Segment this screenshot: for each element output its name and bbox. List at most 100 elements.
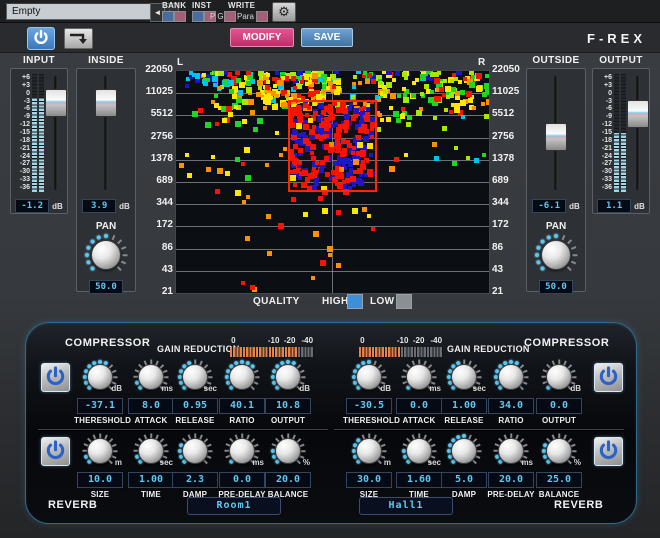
- input-fader-cap[interactable]: [45, 89, 67, 117]
- bank-led-1[interactable]: [162, 11, 174, 22]
- spectrum-point: [244, 147, 250, 153]
- damp-knob-rev-left[interactable]: [177, 433, 213, 469]
- attack-knob-right[interactable]: ms: [401, 359, 437, 395]
- damp-knob-cap[interactable]: [182, 438, 208, 464]
- save-button[interactable]: SAVE: [301, 28, 353, 47]
- output-knob-cap[interactable]: [546, 364, 572, 390]
- pre-delay-knob-rev-left[interactable]: ms: [224, 433, 260, 469]
- pre-delay-knob-rev-right[interactable]: ms: [493, 433, 529, 469]
- reverb-right-power-button[interactable]: [594, 437, 623, 466]
- spectrum-point: [454, 77, 458, 81]
- release-knob-right[interactable]: sec: [446, 359, 482, 395]
- knob-tick: [208, 376, 213, 378]
- thereshold-knob-cap[interactable]: [356, 364, 382, 390]
- pre-delay-knob-cap[interactable]: [229, 438, 255, 464]
- spectrum-point: [484, 114, 489, 119]
- balance-knob-cap[interactable]: [546, 438, 572, 464]
- output-knob-cap[interactable]: [275, 364, 301, 390]
- pre-delay-knob-cap[interactable]: [498, 438, 524, 464]
- meter-scale-tick: -6: [13, 105, 30, 113]
- gr-meter-gaps: [230, 347, 314, 357]
- ratio-knob-cap[interactable]: [229, 364, 255, 390]
- outside-pan-knob-cap[interactable]: [541, 240, 571, 270]
- knob-tick: [524, 376, 529, 378]
- thereshold-knob-left[interactable]: dB: [82, 359, 118, 395]
- outside-fader-cap[interactable]: [545, 123, 567, 151]
- damp-knob-cap[interactable]: [451, 438, 477, 464]
- ratio-knob-cap[interactable]: [498, 364, 524, 390]
- outside-pan-knob[interactable]: [534, 233, 578, 277]
- plugin-power-button[interactable]: [27, 27, 55, 50]
- ratio-knob-left[interactable]: [224, 359, 260, 395]
- spectrum-point: [258, 86, 262, 90]
- inside-pan-knob[interactable]: [84, 233, 128, 277]
- time-knob-rev-left[interactable]: sec: [133, 433, 169, 469]
- balance-knob-cap[interactable]: [275, 438, 301, 464]
- preset-name-field[interactable]: Empty: [6, 3, 153, 20]
- output-knob-right[interactable]: dB: [541, 359, 577, 395]
- pre-delay-knob-cell-rev-right: ms20.0PRE-DELAY: [485, 433, 537, 499]
- attack-knob-left[interactable]: ms: [133, 359, 169, 395]
- gr-scale-tick: -20: [413, 336, 425, 345]
- quality-high-label: HIGH: [322, 296, 349, 307]
- compressor-right-power-button[interactable]: [594, 363, 623, 392]
- knob-tick: [524, 450, 529, 452]
- output-knob-left[interactable]: dB: [270, 359, 306, 395]
- reverb-left-preset-selector[interactable]: Room1: [187, 497, 281, 515]
- inside-fader[interactable]: [79, 74, 133, 192]
- spectrum-point: [313, 231, 319, 237]
- spectrum-point: [228, 112, 233, 117]
- settings-gear-button[interactable]: ⚙: [272, 2, 296, 22]
- knob-label: OUTPUT: [262, 416, 314, 425]
- pg-led[interactable]: [224, 11, 236, 22]
- compressor-left-power-button[interactable]: [41, 363, 70, 392]
- bank-led-2[interactable]: [174, 11, 186, 22]
- quality-low-button[interactable]: [396, 294, 412, 309]
- ratio-value-left: 40.1: [219, 398, 265, 414]
- spectrum-point: [211, 155, 215, 159]
- attack-knob-cap[interactable]: [406, 364, 432, 390]
- attack-knob-cap[interactable]: [138, 364, 164, 390]
- thereshold-knob-right[interactable]: dB: [351, 359, 387, 395]
- spectrum-display[interactable]: [175, 70, 490, 294]
- inst-led-1[interactable]: [192, 11, 204, 22]
- frequency-selection-rect[interactable]: [288, 100, 377, 192]
- spectrum-point: [185, 84, 189, 88]
- spectrum-point: [390, 93, 396, 99]
- reverb-right-preset-selector[interactable]: Hall1: [359, 497, 453, 515]
- size-knob-rev-right[interactable]: m: [351, 433, 387, 469]
- output-fader-cap[interactable]: [627, 100, 649, 128]
- meter-scale-tick: -30: [595, 168, 612, 176]
- modify-button[interactable]: MODIFY: [230, 28, 294, 47]
- quality-high-button[interactable]: [347, 294, 363, 309]
- time-knob-rev-right[interactable]: sec: [401, 433, 437, 469]
- meter-scale-tick: -3: [13, 98, 30, 106]
- spectrum-point: [432, 142, 437, 147]
- spectrum-point: [300, 80, 304, 84]
- release-knob-left[interactable]: sec: [177, 359, 213, 395]
- meter-segments: [614, 74, 619, 192]
- inside-pan-label: PAN: [77, 221, 135, 232]
- inside-pan-knob-cap[interactable]: [91, 240, 121, 270]
- reverb-left-power-button[interactable]: [41, 437, 70, 466]
- balance-knob-rev-left[interactable]: %: [270, 433, 306, 469]
- routing-button[interactable]: [64, 28, 93, 49]
- ratio-knob-right[interactable]: [493, 359, 529, 395]
- inside-fader-cap[interactable]: [95, 89, 117, 117]
- size-knob-cap[interactable]: [356, 438, 382, 464]
- spectrum-point: [206, 167, 211, 172]
- para-led[interactable]: [256, 11, 268, 22]
- outside-fader[interactable]: [529, 74, 583, 192]
- size-knob-cap[interactable]: [87, 438, 113, 464]
- balance-knob-rev-right[interactable]: %: [541, 433, 577, 469]
- size-knob-rev-left[interactable]: m: [82, 433, 118, 469]
- output-fader[interactable]: [628, 74, 647, 192]
- input-value-display: -1.2: [15, 199, 49, 213]
- spectrum-point: [402, 87, 406, 91]
- input-fader[interactable]: [46, 74, 65, 192]
- output-level-meter: [614, 74, 628, 196]
- plugin-logo: F-REX: [587, 31, 646, 46]
- thereshold-knob-cap[interactable]: [87, 364, 113, 390]
- freq-label: 22050: [492, 64, 525, 75]
- damp-knob-rev-right[interactable]: [446, 433, 482, 469]
